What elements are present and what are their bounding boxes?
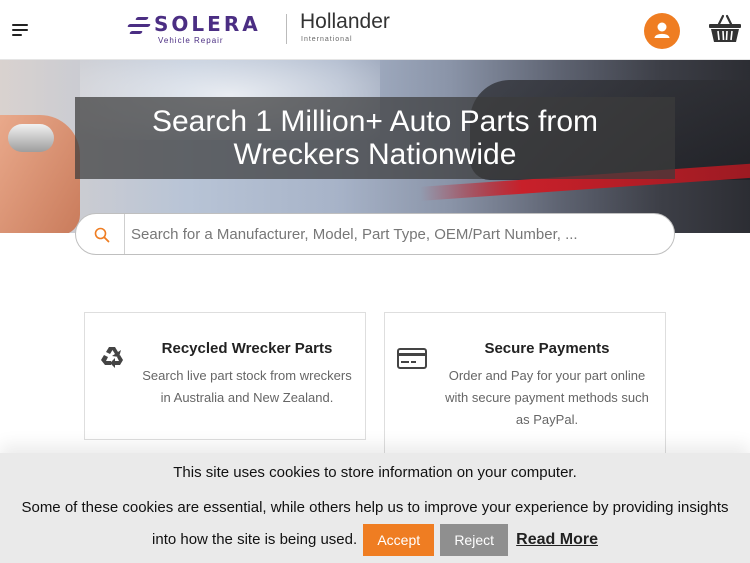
part-search-bar[interactable] [75,213,675,255]
cookie-consent-banner: This site uses cookies to store informat… [0,453,750,563]
hollander-wordmark: Hollander [300,10,390,33]
shopping-basket-button[interactable] [708,14,742,44]
feature-card-recycled-parts: Recycled Wrecker Parts Search live part … [84,312,366,440]
feature-title: Recycled Wrecker Parts [161,340,333,357]
feature-title: Secure Payments [484,340,610,357]
hero-title-box: Search 1 Million+ Auto Parts from Wrecke… [75,97,675,179]
feature-description: Order and Pay for your part online with … [445,368,649,427]
user-icon [654,22,670,38]
solera-logo-mark [127,16,151,36]
search-divider [124,214,125,254]
feature-description: Search live part stock from wreckers in … [142,368,352,405]
search-icon[interactable] [94,227,110,243]
cookie-notice-text: This site uses cookies to store informat… [173,464,577,481]
credit-card-icon [397,348,427,369]
hero-title: Search 1 Million+ Auto Parts from Wrecke… [75,105,675,171]
site-logo[interactable]: SOLERA Vehicle Repair Hollander Internat… [127,10,408,50]
user-account-button[interactable] [644,13,680,49]
read-more-link[interactable]: Read More [516,524,598,556]
recycle-icon [101,347,123,368]
feature-card-secure-payments: Secure Payments Order and Pay for your p… [384,312,666,462]
solera-tagline: Vehicle Repair [158,36,224,45]
hero-title-line2: Wreckers Nationwide [233,138,517,171]
logo-divider [286,14,287,44]
site-header: SOLERA Vehicle Repair Hollander Internat… [0,0,750,60]
basket-icon [709,14,741,42]
search-input[interactable] [126,214,674,254]
hamburger-menu-icon[interactable] [12,22,30,38]
cookie-details: Some of these cookies are essential, whi… [10,492,740,557]
solera-wordmark: SOLERA [154,12,261,36]
hero-title-line1: Search 1 Million+ Auto Parts from [151,105,599,138]
accept-cookies-button[interactable]: Accept [363,524,435,557]
reject-cookies-button[interactable]: Reject [440,524,508,557]
hollander-tagline: International [301,36,353,43]
